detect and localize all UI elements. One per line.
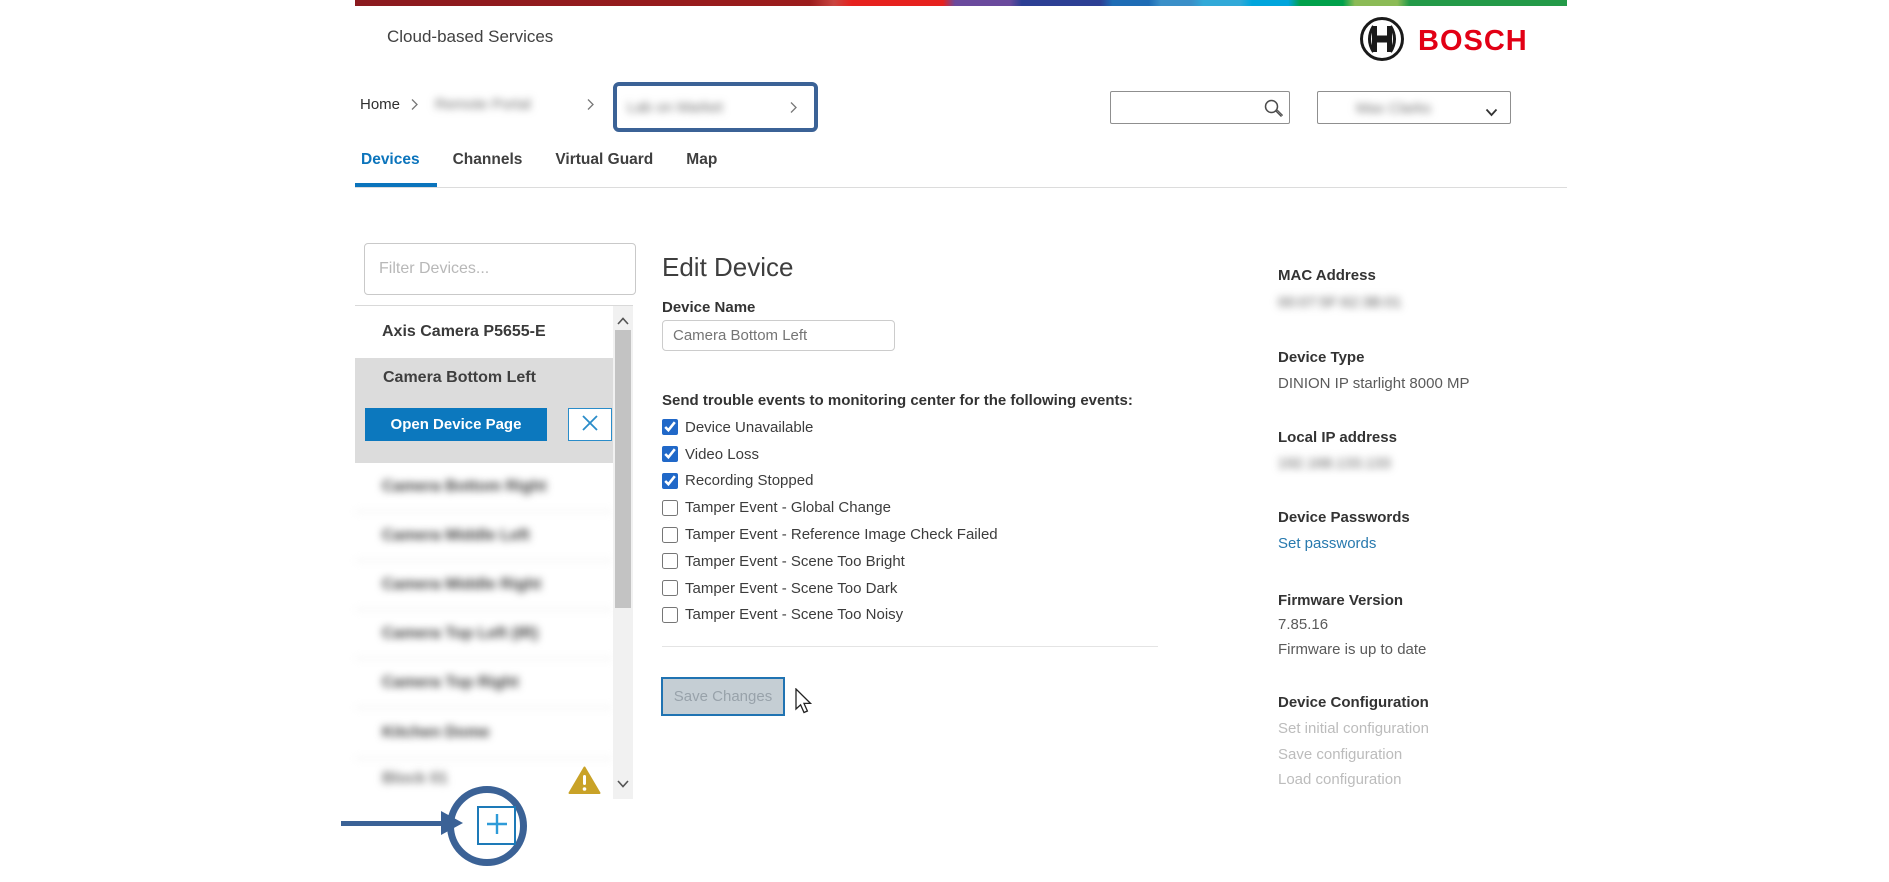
checkbox-device-unavailable[interactable]: [662, 419, 678, 435]
app-title: Cloud-based Services: [387, 27, 553, 47]
device-name-input[interactable]: [662, 320, 895, 351]
event-label: Video Loss: [685, 446, 759, 463]
device-list-item-selected[interactable]: Camera Bottom Left Open Device Page: [355, 358, 613, 463]
device-list: Axis Camera P5655-E Camera Bottom Left O…: [355, 305, 633, 798]
bosch-wordmark: BOSCH: [1418, 25, 1528, 58]
user-account-dropdown[interactable]: Max Clarks: [1317, 91, 1511, 124]
scrollbar-thumb[interactable]: [615, 330, 631, 608]
mac-address-label: MAC Address: [1278, 267, 1376, 284]
set-initial-configuration-link[interactable]: Set initial configuration: [1278, 720, 1429, 737]
local-ip-value-redacted: 192.168.133.133: [1278, 455, 1391, 472]
breadcrumb-home-link[interactable]: Home: [360, 96, 400, 113]
tab-bar: Devices Channels Virtual Guard Map: [361, 151, 717, 169]
search-box: [1110, 91, 1290, 124]
event-row: Video Loss: [662, 441, 998, 468]
device-list-item-redacted[interactable]: Camera Middle Left: [355, 512, 613, 561]
checkbox-tamper-global-change[interactable]: [662, 500, 678, 516]
event-checkbox-list: Device Unavailable Video Loss Recording …: [662, 414, 998, 628]
checkbox-tamper-scene-too-dark[interactable]: [662, 580, 678, 596]
checkbox-tamper-scene-too-bright[interactable]: [662, 553, 678, 569]
firmware-version-value: 7.85.16: [1278, 616, 1328, 633]
open-device-page-button[interactable]: Open Device Page: [365, 408, 547, 441]
tab-channels[interactable]: Channels: [453, 151, 523, 169]
filter-devices-input[interactable]: [364, 243, 636, 295]
device-label-redacted: Block 01: [382, 770, 448, 788]
event-label: Tamper Event - Scene Too Bright: [685, 553, 905, 570]
local-ip-label: Local IP address: [1278, 429, 1397, 446]
checkbox-tamper-scene-too-noisy[interactable]: [662, 607, 678, 623]
firmware-status: Firmware is up to date: [1278, 641, 1426, 658]
firmware-version-label: Firmware Version: [1278, 592, 1403, 609]
load-configuration-link[interactable]: Load configuration: [1278, 771, 1401, 788]
checkbox-tamper-reference-image[interactable]: [662, 527, 678, 543]
user-name-redacted: Max Clarks: [1356, 100, 1431, 117]
scroll-up-icon[interactable]: [617, 312, 629, 330]
event-label: Tamper Event - Scene Too Dark: [685, 580, 897, 597]
event-row: Recording Stopped: [662, 468, 998, 495]
device-list-item-redacted[interactable]: Kitchen Dome: [355, 708, 613, 759]
tab-virtual-guard[interactable]: Virtual Guard: [555, 151, 653, 169]
plus-icon: [485, 812, 509, 839]
scroll-down-icon[interactable]: [617, 775, 629, 793]
event-row: Tamper Event - Scene Too Bright: [662, 548, 998, 575]
breadcrumb-separator-icon: [410, 98, 419, 116]
device-list-item-redacted[interactable]: Camera Middle Right: [355, 561, 613, 610]
checkbox-recording-stopped[interactable]: [662, 473, 678, 489]
annotation-highlight-box: Lab on Market: [613, 82, 818, 132]
page-title: Edit Device: [662, 252, 794, 283]
bosch-anchor-icon: [1358, 15, 1406, 68]
event-row: Tamper Event - Reference Image Check Fai…: [662, 521, 998, 548]
section-divider: [662, 646, 1158, 647]
save-changes-button[interactable]: Save Changes: [661, 677, 785, 716]
event-row: Tamper Event - Global Change: [662, 494, 998, 521]
warning-icon: [568, 766, 601, 800]
device-list-item[interactable]: Axis Camera P5655-E: [355, 306, 613, 358]
tab-map[interactable]: Map: [686, 151, 717, 169]
device-list-item-redacted[interactable]: Camera Bottom Right: [355, 463, 613, 512]
close-selection-button[interactable]: [568, 408, 612, 441]
search-icon[interactable]: [1263, 98, 1283, 123]
bosch-supergraphic-bar: [355, 0, 1567, 6]
event-label: Tamper Event - Global Change: [685, 499, 891, 516]
search-input[interactable]: [1117, 93, 1262, 122]
device-list-scrollbar[interactable]: [613, 306, 633, 799]
device-name-label: Device Name: [662, 299, 755, 316]
annotation-arrow: [341, 821, 443, 826]
device-list-item-redacted[interactable]: Camera Top Right: [355, 659, 613, 708]
breadcrumb-separator-icon: [586, 98, 595, 116]
checkbox-video-loss[interactable]: [662, 446, 678, 462]
device-configuration-label: Device Configuration: [1278, 694, 1429, 711]
device-type-label: Device Type: [1278, 349, 1364, 366]
event-label: Device Unavailable: [685, 419, 813, 436]
event-row: Tamper Event - Scene Too Dark: [662, 575, 998, 602]
breadcrumb-current-redacted[interactable]: Lab on Market: [627, 99, 723, 116]
save-configuration-link[interactable]: Save configuration: [1278, 746, 1402, 763]
add-device-button[interactable]: [477, 806, 516, 845]
event-row: Tamper Event - Scene Too Noisy: [662, 602, 998, 629]
event-label: Tamper Event - Reference Image Check Fai…: [685, 526, 998, 543]
close-icon: [580, 413, 600, 436]
tab-bar-divider: [355, 187, 1567, 188]
selected-device-label: Camera Bottom Left: [383, 369, 536, 387]
events-heading: Send trouble events to monitoring center…: [662, 392, 1133, 409]
device-type-value: DINION IP starlight 8000 MP: [1278, 375, 1469, 392]
mac-address-value-redacted: 00:07:5F:62:3B:01: [1278, 294, 1401, 311]
page: Cloud-based Services BOSCH Home Remote P…: [0, 0, 1889, 882]
set-passwords-link[interactable]: Set passwords: [1278, 535, 1376, 552]
tab-devices[interactable]: Devices: [361, 151, 420, 169]
event-label: Tamper Event - Scene Too Noisy: [685, 606, 903, 623]
bosch-logo: BOSCH: [1358, 15, 1528, 68]
event-row: Device Unavailable: [662, 414, 998, 441]
breadcrumb-separator-icon: [789, 101, 798, 119]
device-passwords-label: Device Passwords: [1278, 509, 1410, 526]
event-label: Recording Stopped: [685, 472, 813, 489]
device-list-item-redacted[interactable]: Camera Top Left (IR): [355, 610, 613, 659]
breadcrumb-item-redacted[interactable]: Remote Portal: [435, 96, 531, 113]
chevron-down-icon: [1485, 104, 1498, 122]
mouse-cursor: [795, 688, 813, 719]
